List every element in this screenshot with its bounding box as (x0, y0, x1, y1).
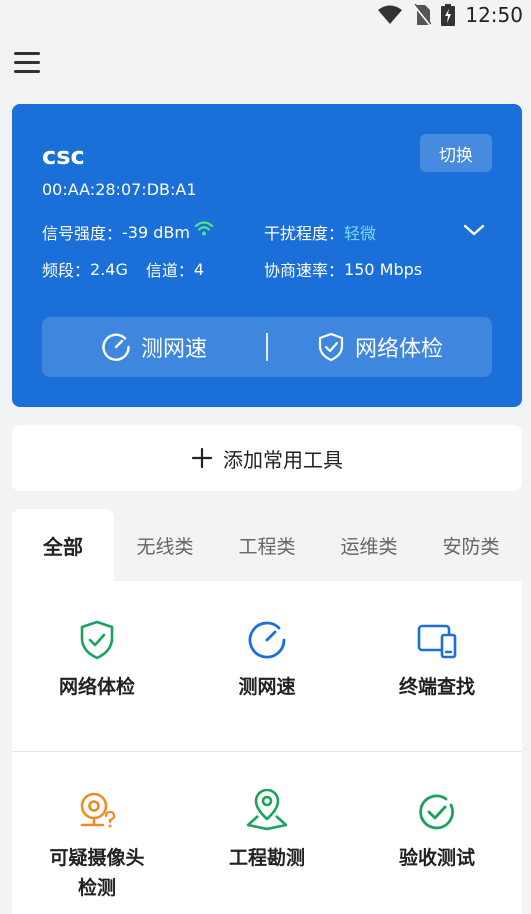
interference-level: 干扰程度： 轻微 (264, 220, 376, 244)
health-check-button[interactable]: 网络体检 (268, 317, 492, 377)
add-common-tools-button[interactable]: 添加常用工具 (12, 425, 522, 491)
menu-icon[interactable] (14, 52, 40, 76)
map-pin-icon (246, 789, 288, 831)
plus-icon (191, 447, 213, 469)
health-check-label: 网络体检 (354, 337, 443, 362)
tool-label: 验收测试 (398, 847, 475, 869)
tool-speed-test[interactable]: 测网速 (182, 620, 352, 702)
row-divider (12, 751, 522, 752)
devices-icon (417, 624, 457, 659)
channel-label: 信道： (145, 261, 194, 280)
speedometer-icon (102, 333, 130, 361)
rate-label: 协商速率： (264, 261, 345, 280)
network-mac: 00:AA:28:07:DB:A1 (42, 180, 197, 199)
tab-all[interactable]: 全部 (12, 509, 114, 581)
band-value: 2.4G (90, 259, 128, 279)
channel-value: 4 (193, 259, 205, 279)
speedometer-icon (248, 621, 286, 659)
status-time: 12:50 (465, 3, 523, 27)
tab-operations[interactable]: 运维类 (318, 509, 420, 581)
tool-label: 终端查找 (398, 676, 475, 698)
shield-check-icon (80, 620, 114, 660)
camera-question-icon (80, 792, 116, 828)
signal-strength: 信号强度： -39 dBm (42, 220, 214, 244)
interference-value: 轻微 (344, 224, 377, 243)
tool-label: 测网速 (238, 676, 296, 698)
shield-check-icon (318, 332, 344, 362)
network-ssid: csc (42, 142, 85, 170)
wifi-status-icon (378, 5, 403, 24)
signal-label: 信号强度： (42, 224, 123, 243)
tool-category-tabs: 全部 无线类 工程类 运维类 安防类 (12, 509, 522, 581)
wifi-signal-icon (194, 221, 214, 236)
speed-test-button[interactable]: 测网速 (42, 317, 266, 377)
tools-panel: 全部 无线类 工程类 运维类 安防类 网络体检 测网速 终端查找 可疑摄像头检测… (12, 509, 522, 914)
signal-value: -39 dBm (122, 222, 190, 242)
band-label: 频段： (42, 261, 91, 280)
chevron-down-icon[interactable] (462, 222, 486, 238)
status-bar: 12:50 (0, 0, 531, 30)
negotiated-rate: 协商速率： 150 Mbps (264, 257, 422, 281)
check-circle-icon (419, 794, 454, 830)
band-channel: 频段： 2.4G 信道： 4 (42, 257, 204, 281)
tab-wireless[interactable]: 无线类 (114, 509, 216, 581)
quick-actions: 测网速 网络体检 (42, 317, 492, 377)
tool-camera-detect[interactable]: 可疑摄像头检测 (12, 791, 182, 903)
tool-device-finder[interactable]: 终端查找 (352, 620, 522, 702)
tab-engineering[interactable]: 工程类 (216, 509, 318, 581)
speed-test-label: 测网速 (140, 337, 207, 362)
tab-security[interactable]: 安防类 (420, 509, 522, 581)
add-tools-label: 添加常用工具 (223, 447, 343, 472)
network-card: csc 00:AA:28:07:DB:A1 切换 信号强度： -39 dBm 干… (12, 104, 522, 407)
no-sim-icon (413, 4, 432, 26)
interference-label: 干扰程度： (264, 224, 345, 243)
tool-label: 工程勘测 (228, 847, 305, 869)
tool-label: 可疑摄像头检测 (49, 847, 145, 899)
tool-site-survey[interactable]: 工程勘测 (182, 789, 352, 873)
battery-charging-icon (441, 4, 456, 26)
tool-health-check[interactable]: 网络体检 (12, 620, 182, 702)
rate-value: 150 Mbps (344, 259, 423, 279)
switch-network-button[interactable]: 切换 (420, 134, 492, 172)
tool-label: 网络体检 (58, 676, 135, 698)
tool-acceptance-test[interactable]: 验收测试 (352, 791, 522, 873)
